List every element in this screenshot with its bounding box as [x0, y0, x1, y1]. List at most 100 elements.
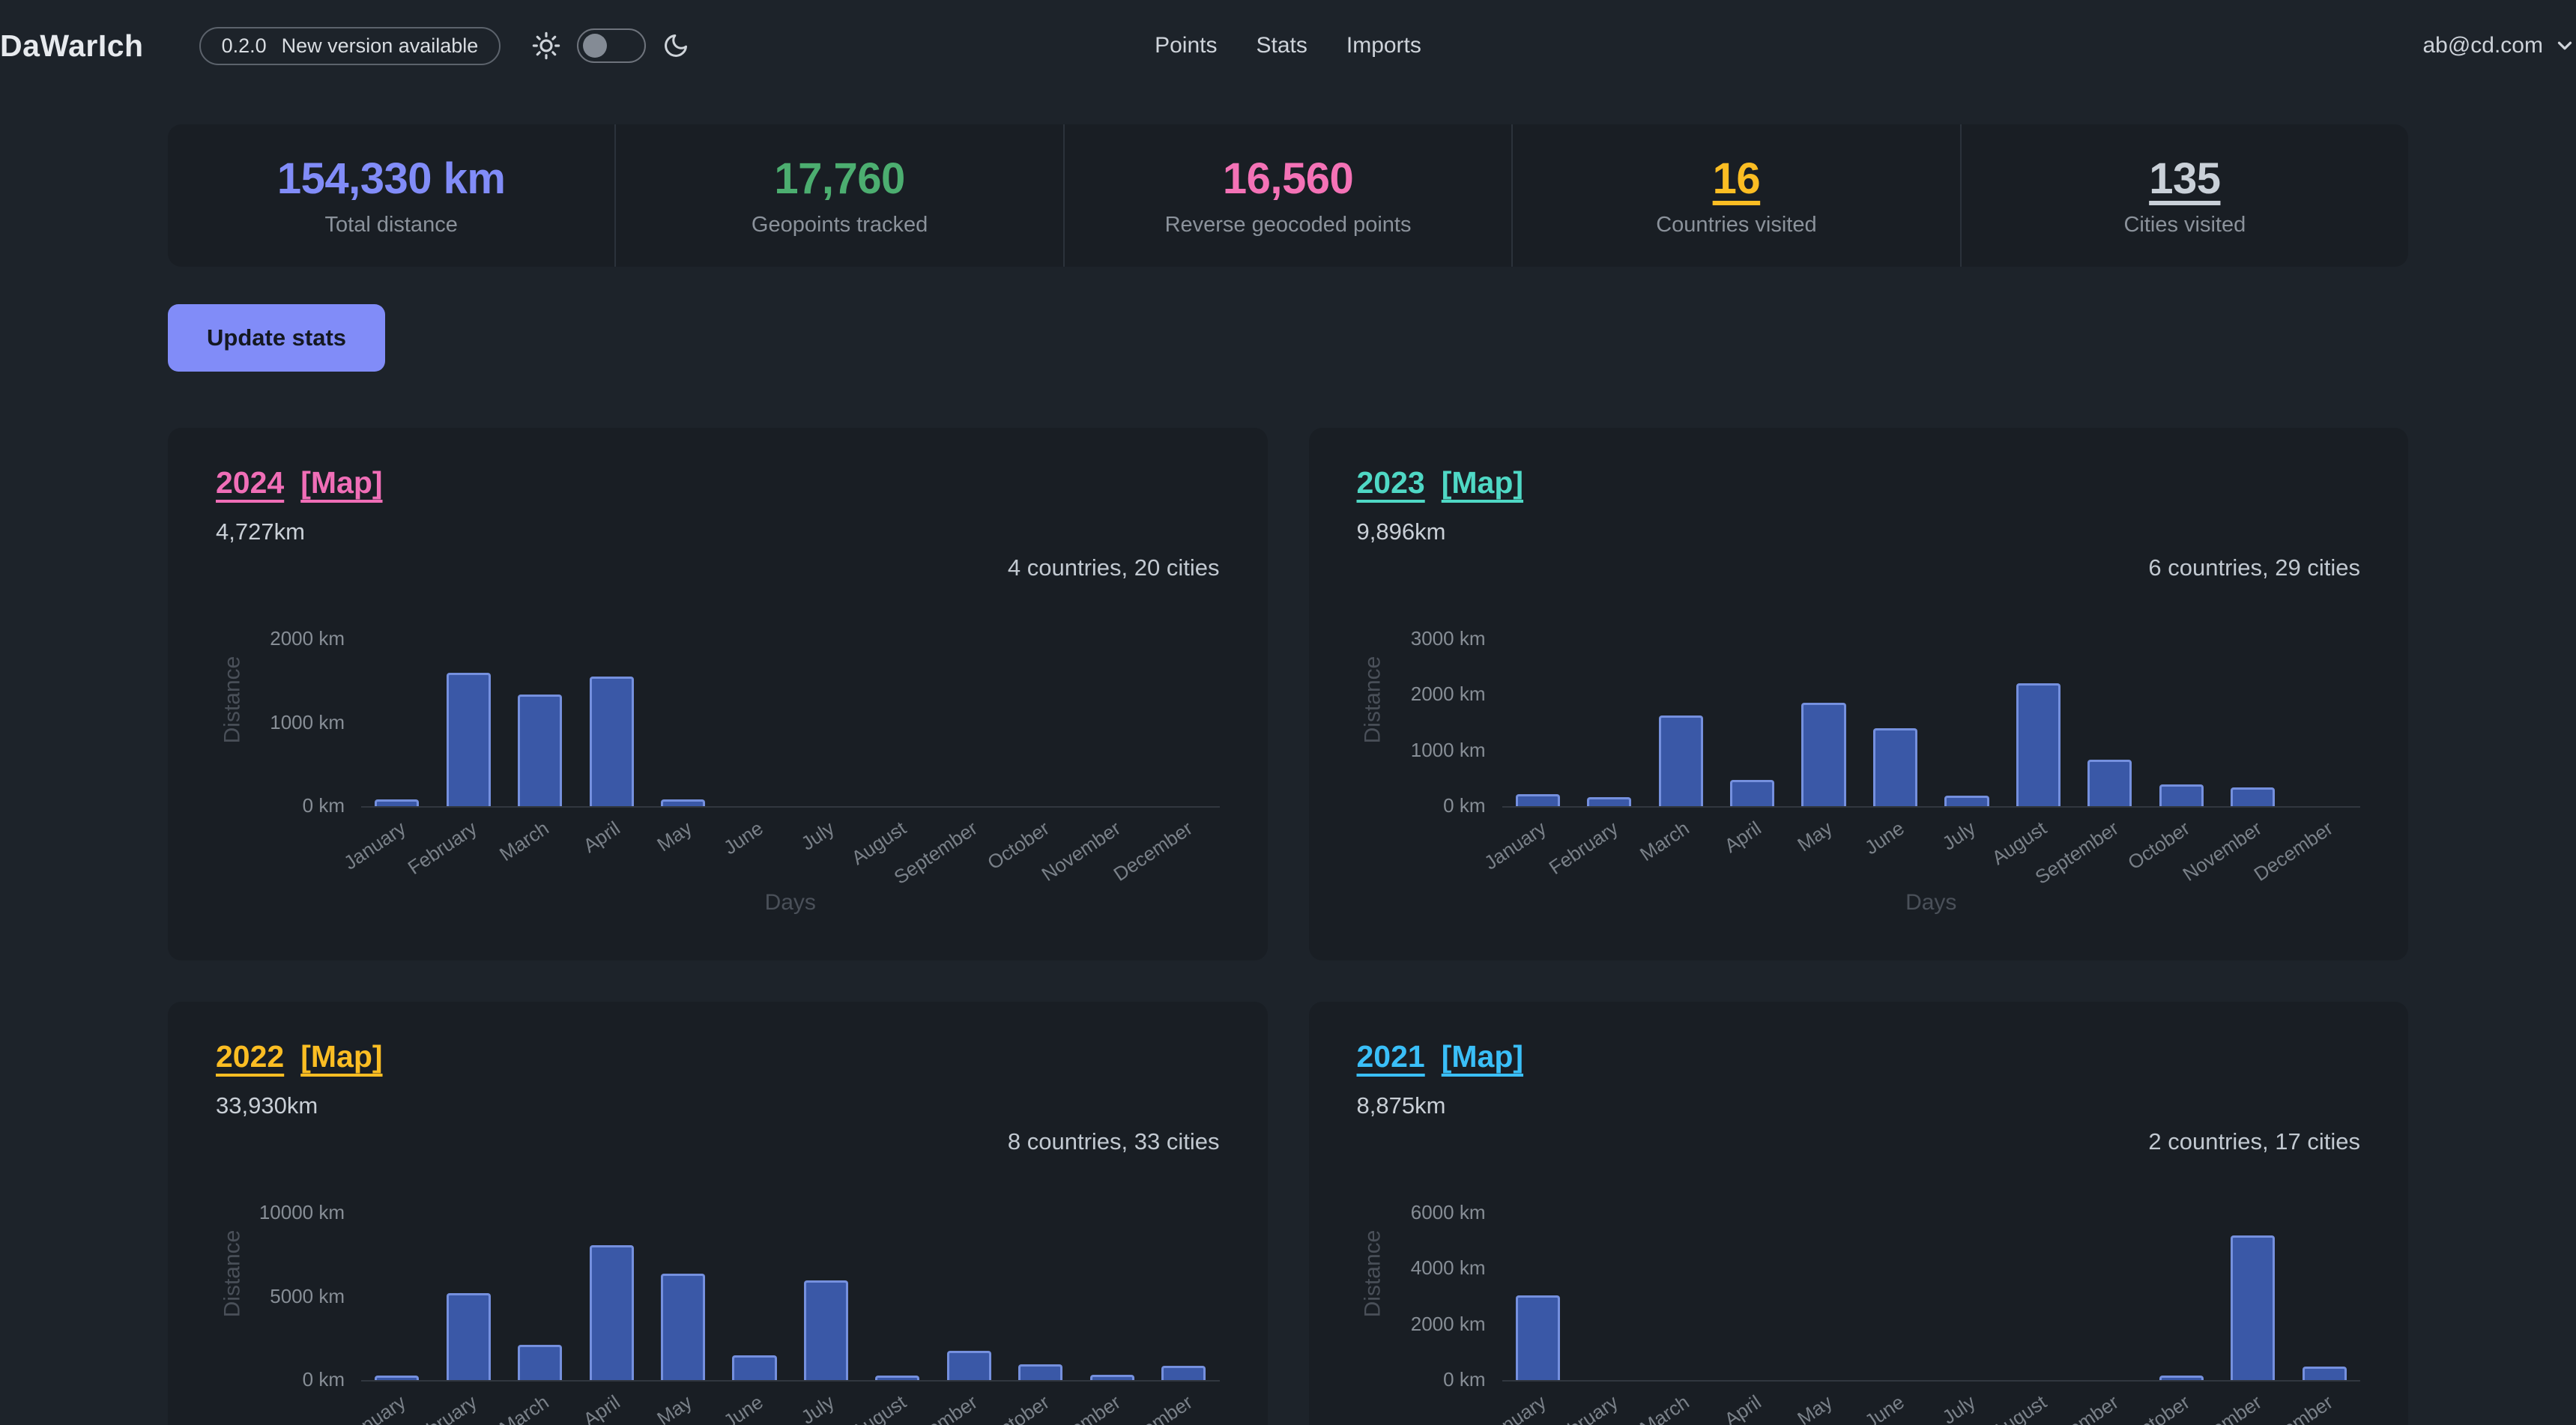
bar-june[interactable]: [732, 1355, 776, 1380]
bar-april[interactable]: [590, 1245, 634, 1380]
theme-toggle[interactable]: [577, 28, 646, 63]
card-title: 2021 [Map]: [1357, 1039, 2361, 1074]
bar-january[interactable]: [375, 799, 419, 806]
x-axis-tick-label: January: [1481, 1391, 1551, 1425]
x-axis-tick-label: March: [495, 1391, 553, 1425]
x-axis-tick-label: February: [1544, 1391, 1622, 1425]
year-link-2022[interactable]: 2022: [216, 1039, 284, 1074]
bar-may[interactable]: [1801, 703, 1845, 806]
bar-slot: [2146, 1166, 2217, 1380]
x-axis-tick-label: January: [1481, 817, 1551, 874]
bar-slot: [1645, 1166, 1716, 1380]
bar-february[interactable]: [447, 673, 491, 806]
bar-slot: [2217, 592, 2288, 806]
bar-slot: [647, 1166, 719, 1380]
x-axis-tick-label: July: [1938, 1391, 1980, 1425]
map-link-2022[interactable]: [Map]: [300, 1039, 382, 1074]
update-stats-button[interactable]: Update stats: [168, 304, 385, 372]
year-link-2021[interactable]: 2021: [1357, 1039, 1425, 1074]
bar-slot: [719, 592, 790, 806]
map-link-2023[interactable]: [Map]: [1442, 465, 1523, 500]
bar-september[interactable]: [947, 1351, 991, 1380]
y-axis-tick-label: 2000 km: [270, 627, 345, 650]
bar-july[interactable]: [1944, 796, 1989, 806]
version-badge[interactable]: 0.2.0 New version available: [199, 27, 501, 65]
bar-september[interactable]: [2087, 760, 2132, 806]
bar-january[interactable]: [1516, 794, 1560, 806]
map-link-2021[interactable]: [Map]: [1442, 1039, 1523, 1074]
bar-slot: [1573, 1166, 1645, 1380]
stat-countries-link[interactable]: 16: [1713, 154, 1761, 204]
bar-august[interactable]: [2016, 683, 2061, 806]
x-axis-tick-label: April: [1720, 817, 1765, 858]
bar-july[interactable]: [804, 1280, 848, 1380]
bar-may[interactable]: [661, 1274, 705, 1380]
bar-june[interactable]: [1873, 728, 1917, 806]
year-distance: 33,930km: [216, 1092, 1220, 1119]
bar-slot: [2074, 1166, 2145, 1380]
bar-october[interactable]: [1018, 1364, 1062, 1380]
y-axis-tick-label: 0 km: [303, 1368, 345, 1391]
bar-slot: [575, 592, 647, 806]
x-axis-title: Days: [1502, 890, 2361, 916]
bar-april[interactable]: [1730, 780, 1774, 806]
bar-march[interactable]: [518, 695, 562, 806]
y-axis-tick-label: 1000 km: [1411, 739, 1486, 762]
stat-label: Geopoints tracked: [752, 213, 928, 238]
bar-slot: [1860, 1166, 1931, 1380]
year-link-2023[interactable]: 2023: [1357, 465, 1425, 500]
y-axis-tick-label: 0 km: [303, 794, 345, 817]
year-link-2024[interactable]: 2024: [216, 465, 284, 500]
bar-november[interactable]: [2231, 1235, 2275, 1380]
bar-slot: [1005, 1166, 1076, 1380]
y-axis-tick-label: 6000 km: [1411, 1201, 1486, 1224]
bar-february[interactable]: [1587, 797, 1631, 806]
bar-august[interactable]: [875, 1376, 919, 1380]
stat-label: Countries visited: [1656, 213, 1816, 238]
y-axis-tick-label: 0 km: [1443, 1368, 1485, 1391]
card-title: 2022 [Map]: [216, 1039, 1220, 1074]
x-axis-tick-label: July: [1938, 817, 1980, 856]
user-menu[interactable]: ab@cd.com: [2422, 33, 2576, 58]
x-axis-labels: JanuaryFebruaryMarchAprilMayJuneJulyAugu…: [361, 1382, 1220, 1425]
bar-december[interactable]: [2303, 1367, 2347, 1380]
bar-march[interactable]: [1659, 715, 1703, 806]
x-axis-tick-label: December: [1109, 817, 1197, 886]
x-axis-tick-label: June: [1860, 1391, 1908, 1425]
bar-slot: [1502, 1166, 1573, 1380]
x-axis-tick-label: April: [579, 817, 624, 858]
x-axis-tick-label: May: [653, 1391, 696, 1425]
year-card-2022: 2022 [Map] 33,930km 8 countries, 33 citi…: [168, 1002, 1268, 1425]
bar-april[interactable]: [590, 677, 634, 806]
stat-geopoints-tracked: 17,760 Geopoints tracked: [614, 124, 1062, 267]
nav-item-stats[interactable]: Stats: [1256, 33, 1307, 58]
bar-october[interactable]: [2159, 1376, 2204, 1380]
bar-slot: [1573, 592, 1645, 806]
bar-slot: [862, 1166, 933, 1380]
map-link-2024[interactable]: [Map]: [300, 465, 382, 500]
chevron-down-icon: [2554, 34, 2576, 57]
bar-december[interactable]: [1161, 1366, 1206, 1380]
y-axis-tick-label: 2000 km: [1411, 1313, 1486, 1336]
x-axis-tick-label: August: [1988, 1391, 2051, 1425]
bar-slot: [2074, 592, 2145, 806]
bar-october[interactable]: [2159, 784, 2204, 806]
bar-slot: [1645, 592, 1716, 806]
nav-item-imports[interactable]: Imports: [1346, 33, 1421, 58]
bar-slot: [1148, 592, 1219, 806]
x-axis-labels: JanuaryFebruaryMarchAprilMayJuneJulyAugu…: [361, 808, 1220, 889]
bar-slot: [1077, 592, 1148, 806]
bar-slot: [1788, 592, 1859, 806]
bar-november[interactable]: [2231, 787, 2275, 806]
bar-november[interactable]: [1090, 1375, 1134, 1380]
bar-january[interactable]: [1516, 1295, 1560, 1380]
bar-february[interactable]: [447, 1293, 491, 1380]
bar-january[interactable]: [375, 1376, 419, 1380]
bar-march[interactable]: [518, 1345, 562, 1380]
bar-may[interactable]: [661, 799, 705, 806]
distance-bar-chart: Distance 0 km1000 km2000 km JanuaryFebru…: [216, 592, 1220, 916]
stat-label: Reverse geocoded points: [1165, 213, 1412, 238]
stat-reverse-geocoded: 16,560 Reverse geocoded points: [1063, 124, 1511, 267]
stat-cities-link[interactable]: 135: [2149, 154, 2220, 204]
nav-item-points[interactable]: Points: [1155, 33, 1217, 58]
